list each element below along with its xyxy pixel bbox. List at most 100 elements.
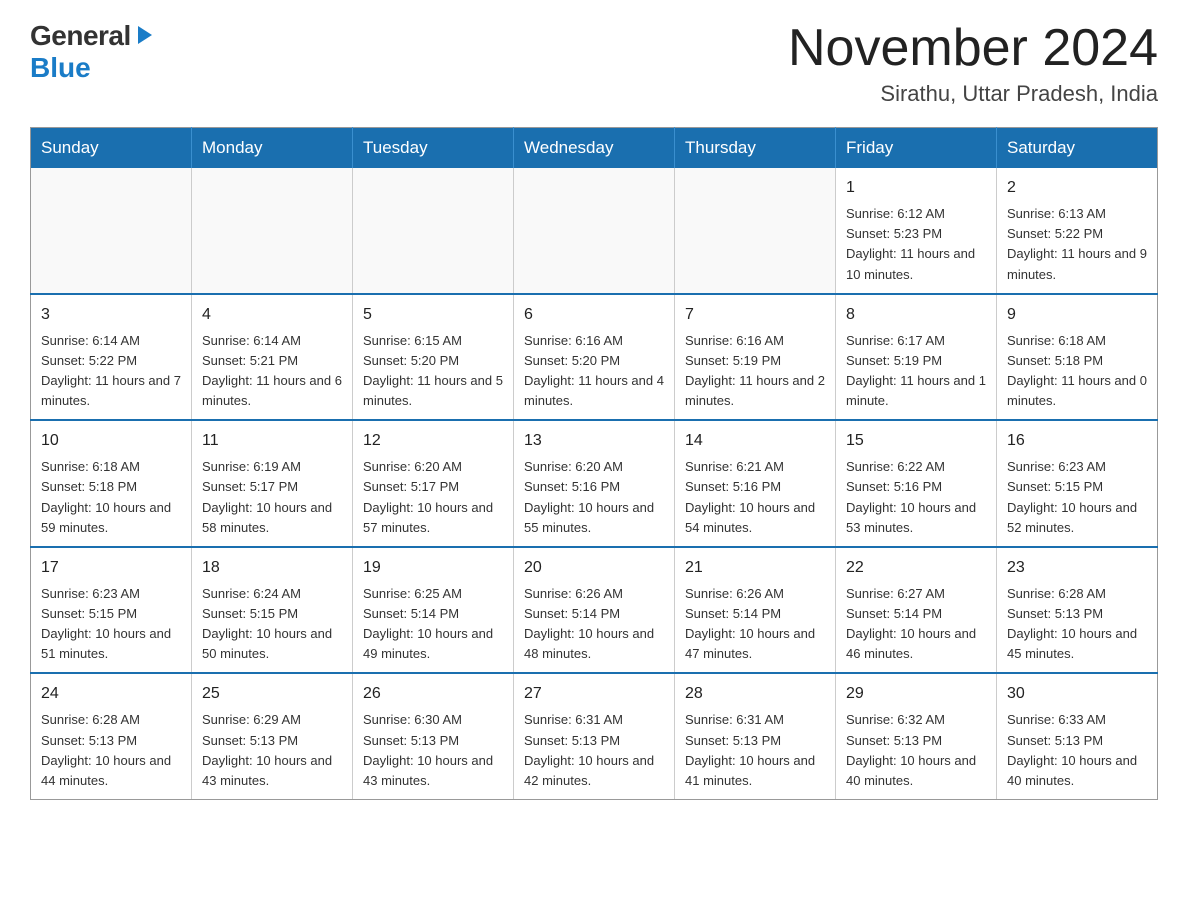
day-cell: 6Sunrise: 6:16 AM Sunset: 5:20 PM Daylig… <box>514 294 675 421</box>
day-info: Sunrise: 6:15 AM Sunset: 5:20 PM Dayligh… <box>363 333 503 408</box>
day-cell: 17Sunrise: 6:23 AM Sunset: 5:15 PM Dayli… <box>31 547 192 674</box>
day-info: Sunrise: 6:18 AM Sunset: 5:18 PM Dayligh… <box>41 459 171 534</box>
day-info: Sunrise: 6:25 AM Sunset: 5:14 PM Dayligh… <box>363 586 493 661</box>
day-cell: 8Sunrise: 6:17 AM Sunset: 5:19 PM Daylig… <box>836 294 997 421</box>
day-cell: 11 Sunrise: 6:19 AM Sunset: 5:17 PM Dayli… <box>192 420 353 547</box>
day-info: Sunrise: 6:31 AM Sunset: 5:13 PM Dayligh… <box>524 712 654 787</box>
logo: General Blue <box>30 20 156 84</box>
day-cell: 30Sunrise: 6:33 AM Sunset: 5:13 PM Dayli… <box>997 673 1158 799</box>
day-info: Sunrise: 6:29 AM Sunset: 5:13 PM Dayligh… <box>202 712 332 787</box>
day-cell: 24 Sunrise: 6:28 AM Sunset: 5:13 PM Dayli… <box>31 673 192 799</box>
day-number: 2 <box>1007 176 1147 200</box>
weekday-header-tuesday: Tuesday <box>353 128 514 169</box>
day-cell: 18 Sunrise: 6:24 AM Sunset: 5:15 PM Dayli… <box>192 547 353 674</box>
day-number: 11 <box>202 429 342 453</box>
day-number: 26 <box>363 682 503 706</box>
weekday-header-row: SundayMondayTuesdayWednesdayThursdayFrid… <box>31 128 1158 169</box>
day-info: Sunrise: 6:17 AM Sunset: 5:19 PM Dayligh… <box>846 333 986 408</box>
day-cell: 23Sunrise: 6:28 AM Sunset: 5:13 PM Dayli… <box>997 547 1158 674</box>
day-cell: 4Sunrise: 6:14 AM Sunset: 5:21 PM Daylig… <box>192 294 353 421</box>
day-info: Sunrise: 6:21 AM Sunset: 5:16 PM Dayligh… <box>685 459 815 534</box>
day-cell: 21 Sunrise: 6:26 AM Sunset: 5:14 PM Dayli… <box>675 547 836 674</box>
day-info: Sunrise: 6:20 AM Sunset: 5:16 PM Dayligh… <box>524 459 654 534</box>
page-header: General Blue November 2024 Sirathu, Utta… <box>30 20 1158 107</box>
week-row-2: 3Sunrise: 6:14 AM Sunset: 5:22 PM Daylig… <box>31 294 1158 421</box>
week-row-4: 17Sunrise: 6:23 AM Sunset: 5:15 PM Dayli… <box>31 547 1158 674</box>
day-cell: 28Sunrise: 6:31 AM Sunset: 5:13 PM Dayli… <box>675 673 836 799</box>
day-number: 15 <box>846 429 986 453</box>
day-number: 22 <box>846 556 986 580</box>
day-cell: 10 Sunrise: 6:18 AM Sunset: 5:18 PM Dayli… <box>31 420 192 547</box>
day-info: Sunrise: 6:13 AM Sunset: 5:22 PM Dayligh… <box>1007 206 1147 281</box>
day-number: 18 <box>202 556 342 580</box>
day-info: Sunrise: 6:26 AM Sunset: 5:14 PM Dayligh… <box>524 586 654 661</box>
day-number: 7 <box>685 303 825 327</box>
day-number: 21 <box>685 556 825 580</box>
day-number: 27 <box>524 682 664 706</box>
logo-line1: General <box>30 20 156 52</box>
logo-general-text: General <box>30 20 131 52</box>
day-cell: 26 Sunrise: 6:30 AM Sunset: 5:13 PM Dayli… <box>353 673 514 799</box>
day-number: 9 <box>1007 303 1147 327</box>
day-cell <box>192 168 353 294</box>
day-cell: 19 Sunrise: 6:25 AM Sunset: 5:14 PM Dayli… <box>353 547 514 674</box>
week-row-1: 1 Sunrise: 6:12 AM Sunset: 5:23 PM Daylig… <box>31 168 1158 294</box>
day-cell: 14 Sunrise: 6:21 AM Sunset: 5:16 PM Dayli… <box>675 420 836 547</box>
day-cell <box>353 168 514 294</box>
month-title: November 2024 <box>788 20 1158 77</box>
day-info: Sunrise: 6:28 AM Sunset: 5:13 PM Dayligh… <box>41 712 171 787</box>
day-info: Sunrise: 6:26 AM Sunset: 5:14 PM Dayligh… <box>685 586 815 661</box>
day-number: 20 <box>524 556 664 580</box>
day-info: Sunrise: 6:14 AM Sunset: 5:22 PM Dayligh… <box>41 333 181 408</box>
day-cell: 13 Sunrise: 6:20 AM Sunset: 5:16 PM Dayli… <box>514 420 675 547</box>
day-cell: 27 Sunrise: 6:31 AM Sunset: 5:13 PM Dayli… <box>514 673 675 799</box>
title-section: November 2024 Sirathu, Uttar Pradesh, In… <box>788 20 1158 107</box>
location-title: Sirathu, Uttar Pradesh, India <box>788 81 1158 107</box>
day-cell: 25Sunrise: 6:29 AM Sunset: 5:13 PM Dayli… <box>192 673 353 799</box>
week-row-3: 10 Sunrise: 6:18 AM Sunset: 5:18 PM Dayli… <box>31 420 1158 547</box>
day-number: 12 <box>363 429 503 453</box>
day-info: Sunrise: 6:24 AM Sunset: 5:15 PM Dayligh… <box>202 586 332 661</box>
day-info: Sunrise: 6:16 AM Sunset: 5:19 PM Dayligh… <box>685 333 825 408</box>
day-info: Sunrise: 6:22 AM Sunset: 5:16 PM Dayligh… <box>846 459 976 534</box>
day-cell: 7 Sunrise: 6:16 AM Sunset: 5:19 PM Daylig… <box>675 294 836 421</box>
day-cell: 20 Sunrise: 6:26 AM Sunset: 5:14 PM Dayli… <box>514 547 675 674</box>
day-cell: 2 Sunrise: 6:13 AM Sunset: 5:22 PM Daylig… <box>997 168 1158 294</box>
day-cell: 9Sunrise: 6:18 AM Sunset: 5:18 PM Daylig… <box>997 294 1158 421</box>
weekday-header-sunday: Sunday <box>31 128 192 169</box>
day-info: Sunrise: 6:19 AM Sunset: 5:17 PM Dayligh… <box>202 459 332 534</box>
day-info: Sunrise: 6:12 AM Sunset: 5:23 PM Dayligh… <box>846 206 975 281</box>
day-number: 5 <box>363 303 503 327</box>
day-info: Sunrise: 6:20 AM Sunset: 5:17 PM Dayligh… <box>363 459 493 534</box>
day-info: Sunrise: 6:30 AM Sunset: 5:13 PM Dayligh… <box>363 712 493 787</box>
logo-line2: Blue <box>30 52 156 84</box>
week-row-5: 24 Sunrise: 6:28 AM Sunset: 5:13 PM Dayli… <box>31 673 1158 799</box>
day-number: 19 <box>363 556 503 580</box>
day-info: Sunrise: 6:23 AM Sunset: 5:15 PM Dayligh… <box>1007 459 1137 534</box>
day-info: Sunrise: 6:16 AM Sunset: 5:20 PM Dayligh… <box>524 333 664 408</box>
day-info: Sunrise: 6:23 AM Sunset: 5:15 PM Dayligh… <box>41 586 171 661</box>
day-cell: 3Sunrise: 6:14 AM Sunset: 5:22 PM Daylig… <box>31 294 192 421</box>
day-cell: 1 Sunrise: 6:12 AM Sunset: 5:23 PM Daylig… <box>836 168 997 294</box>
day-info: Sunrise: 6:33 AM Sunset: 5:13 PM Dayligh… <box>1007 712 1137 787</box>
day-cell: 15 Sunrise: 6:22 AM Sunset: 5:16 PM Dayli… <box>836 420 997 547</box>
day-info: Sunrise: 6:32 AM Sunset: 5:13 PM Dayligh… <box>846 712 976 787</box>
day-cell <box>31 168 192 294</box>
day-cell: 29 Sunrise: 6:32 AM Sunset: 5:13 PM Dayli… <box>836 673 997 799</box>
day-number: 24 <box>41 682 181 706</box>
day-number: 10 <box>41 429 181 453</box>
logo-arrow-icon <box>134 24 156 51</box>
day-number: 14 <box>685 429 825 453</box>
day-cell <box>675 168 836 294</box>
day-info: Sunrise: 6:31 AM Sunset: 5:13 PM Dayligh… <box>685 712 815 787</box>
day-number: 16 <box>1007 429 1147 453</box>
calendar-table: SundayMondayTuesdayWednesdayThursdayFrid… <box>30 127 1158 800</box>
day-number: 29 <box>846 682 986 706</box>
day-number: 13 <box>524 429 664 453</box>
day-cell: 12 Sunrise: 6:20 AM Sunset: 5:17 PM Dayli… <box>353 420 514 547</box>
weekday-header-friday: Friday <box>836 128 997 169</box>
day-cell: 16 Sunrise: 6:23 AM Sunset: 5:15 PM Dayli… <box>997 420 1158 547</box>
day-cell <box>514 168 675 294</box>
day-number: 1 <box>846 176 986 200</box>
day-number: 4 <box>202 303 342 327</box>
